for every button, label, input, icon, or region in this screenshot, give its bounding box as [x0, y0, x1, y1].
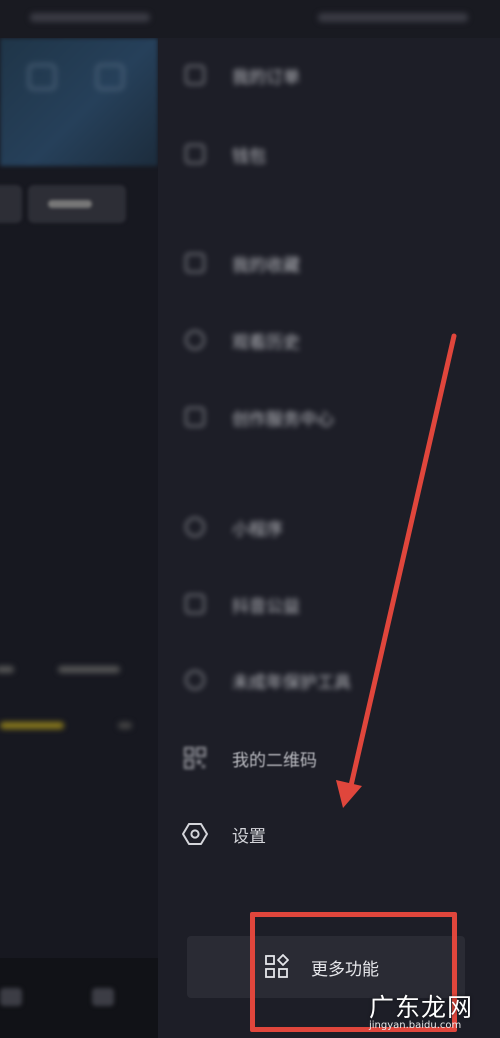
watermark-text: 广东龙网 — [369, 993, 474, 1022]
profile-header-blurred — [0, 38, 158, 166]
bottom-nav-blurred — [0, 958, 158, 1038]
drawer-item-settings[interactable]: 设置 — [180, 814, 266, 854]
status-right-blurred — [318, 13, 468, 22]
drawer-item-label: 小程序 — [232, 519, 283, 540]
background-app-panel — [0, 38, 158, 1038]
nav-icon-1 — [0, 988, 22, 1006]
drawer-item-wallet[interactable]: 钱包 — [180, 134, 266, 174]
side-drawer: 我的订单 钱包 我的收藏 观看历史 创作服务中心 小程序 抖音公益 未成年保护工… — [158, 38, 500, 1038]
drawer-item-label: 我的订单 — [232, 67, 300, 88]
drawer-item-mini-programs[interactable]: 小程序 — [180, 507, 283, 547]
grid-diamond-icon — [263, 953, 291, 981]
more-features-label: 更多功能 — [311, 959, 379, 980]
status-bar — [0, 0, 500, 38]
add-friend-chip — [28, 185, 126, 223]
drawer-item-history[interactable]: 观看历史 — [180, 320, 300, 360]
drawer-item-label: 我的收藏 — [232, 255, 300, 276]
status-left-blurred — [30, 13, 150, 22]
shield-icon — [180, 665, 210, 695]
profile-chip-blurred — [0, 185, 22, 223]
drawer-item-creator-center[interactable]: 创作服务中心 — [180, 397, 334, 437]
creator-icon — [180, 402, 210, 432]
drawer-item-label: 我的二维码 — [232, 750, 317, 771]
drawer-item-favorites[interactable]: 我的收藏 — [180, 243, 300, 283]
add-friend-label-blurred — [48, 200, 92, 208]
qr-code-icon — [180, 743, 210, 773]
watermark: 广东龙网 jingyan.baidu.com — [365, 988, 497, 1034]
settings-hexagon-icon — [180, 819, 210, 849]
highlight-text-blurred — [0, 722, 64, 729]
drawer-item-label: 观看历史 — [232, 332, 300, 353]
watermark-url: jingyan.baidu.com — [369, 1020, 462, 1031]
drawer-item-label: 设置 — [232, 826, 266, 847]
tab-blurred — [0, 666, 14, 673]
receipt-icon — [180, 60, 210, 90]
chevron-blurred — [118, 722, 132, 729]
nav-icon-2 — [92, 988, 114, 1006]
drawer-item-label: 创作服务中心 — [232, 409, 334, 430]
drawer-item-minor-protection[interactable]: 未成年保护工具 — [180, 660, 351, 700]
star-icon — [180, 248, 210, 278]
heart-icon — [180, 589, 210, 619]
drawer-item-label: 未成年保护工具 — [232, 672, 351, 693]
search-icon — [28, 64, 56, 90]
clock-icon — [180, 325, 210, 355]
wallet-icon — [180, 139, 210, 169]
miniapp-icon — [180, 512, 210, 542]
drawer-item-charity[interactable]: 抖音公益 — [180, 584, 300, 624]
drawer-item-label: 钱包 — [232, 146, 266, 167]
menu-icon — [96, 64, 124, 90]
drawer-item-qr-code[interactable]: 我的二维码 — [180, 738, 317, 778]
drawer-item-label: 抖音公益 — [232, 596, 300, 617]
drawer-item-orders[interactable]: 我的订单 — [180, 55, 300, 95]
tab-blurred-2 — [58, 666, 120, 673]
